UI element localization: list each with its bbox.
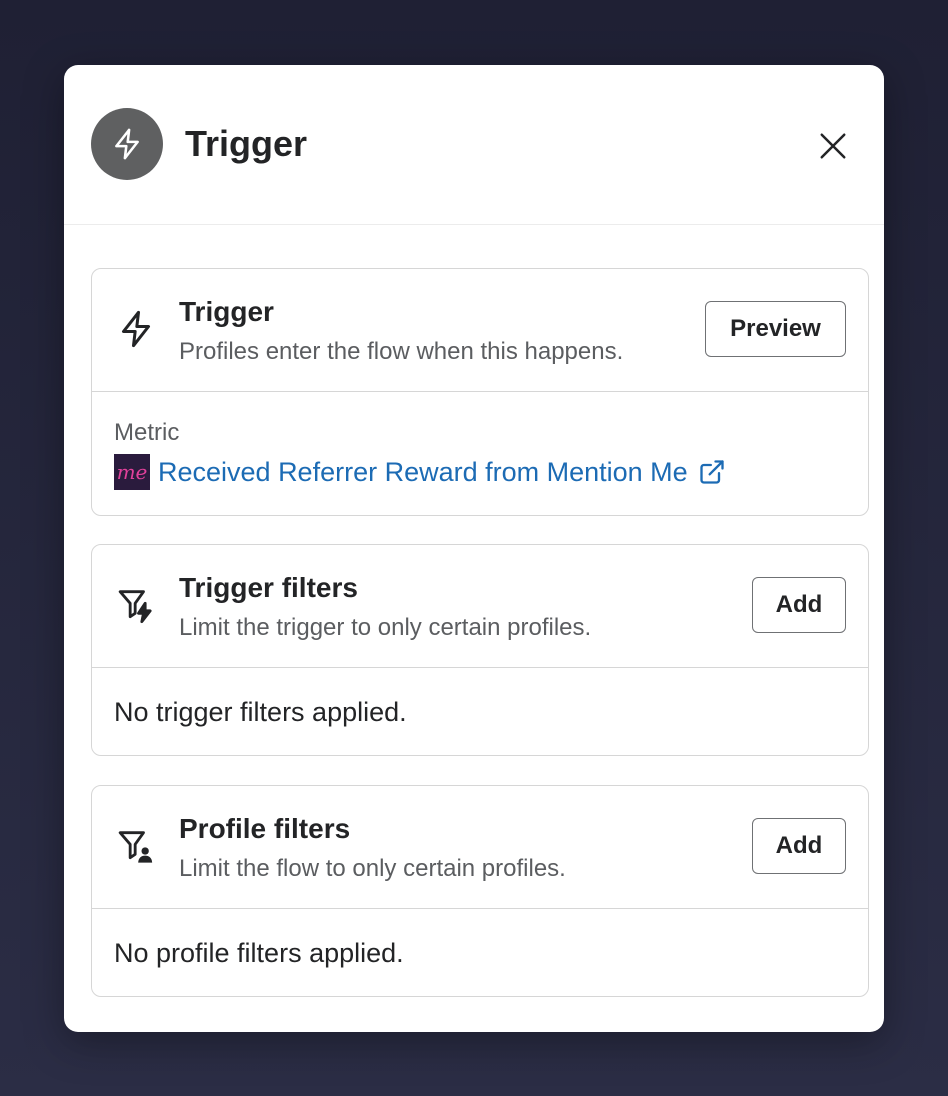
- profile-filters-card: Profile filters Limit the flow to only c…: [91, 785, 869, 997]
- trigger-card-title: Trigger: [179, 296, 274, 327]
- filter-person-icon: [116, 824, 156, 868]
- profile-filters-header: Profile filters Limit the flow to only c…: [92, 786, 868, 909]
- trigger-filters-body: No trigger filters applied.: [92, 668, 868, 755]
- preview-button[interactable]: Preview: [705, 301, 846, 357]
- trigger-card: Trigger Profiles enter the flow when thi…: [91, 268, 869, 516]
- profile-filters-title: Profile filters: [179, 813, 351, 844]
- filter-lightning-icon: [116, 583, 156, 627]
- trigger-card-body: Metric me Received Referrer Reward from …: [92, 392, 868, 515]
- trigger-filters-subtitle: Limit the trigger to only certain profil…: [179, 614, 592, 641]
- add-profile-filter-button[interactable]: Add: [752, 818, 846, 874]
- external-link-icon[interactable]: [698, 458, 726, 486]
- trigger-modal: Trigger Trigger Profiles enter the flow …: [64, 65, 884, 1032]
- modal-header: Trigger: [64, 65, 884, 225]
- profile-filters-subtitle: Limit the flow to only certain profiles.: [179, 855, 566, 882]
- metric-label: Metric: [114, 419, 180, 446]
- trigger-card-subtitle: Profiles enter the flow when this happen…: [179, 338, 624, 365]
- lightning-icon: [116, 307, 156, 351]
- close-icon: [820, 133, 846, 159]
- trigger-filters-header: Trigger filters Limit the trigger to onl…: [92, 545, 868, 668]
- add-trigger-filter-button[interactable]: Add: [752, 577, 846, 633]
- trigger-filters-title: Trigger filters: [179, 572, 358, 603]
- modal-title: Trigger: [185, 123, 308, 164]
- metric-logo-text: me: [116, 460, 148, 484]
- profile-filters-body: No profile filters applied.: [92, 909, 868, 996]
- mention-me-logo: me: [114, 454, 150, 490]
- close-button[interactable]: [812, 125, 854, 167]
- trigger-filters-card: Trigger filters Limit the trigger to onl…: [91, 544, 869, 756]
- trigger-filters-empty-text: No trigger filters applied.: [114, 697, 407, 727]
- lightning-icon: [91, 108, 163, 180]
- metric-row: me Received Referrer Reward from Mention…: [114, 454, 726, 490]
- metric-link[interactable]: Received Referrer Reward from Mention Me: [158, 454, 688, 490]
- profile-filters-empty-text: No profile filters applied.: [114, 938, 404, 968]
- trigger-card-header: Trigger Profiles enter the flow when thi…: [92, 269, 868, 392]
